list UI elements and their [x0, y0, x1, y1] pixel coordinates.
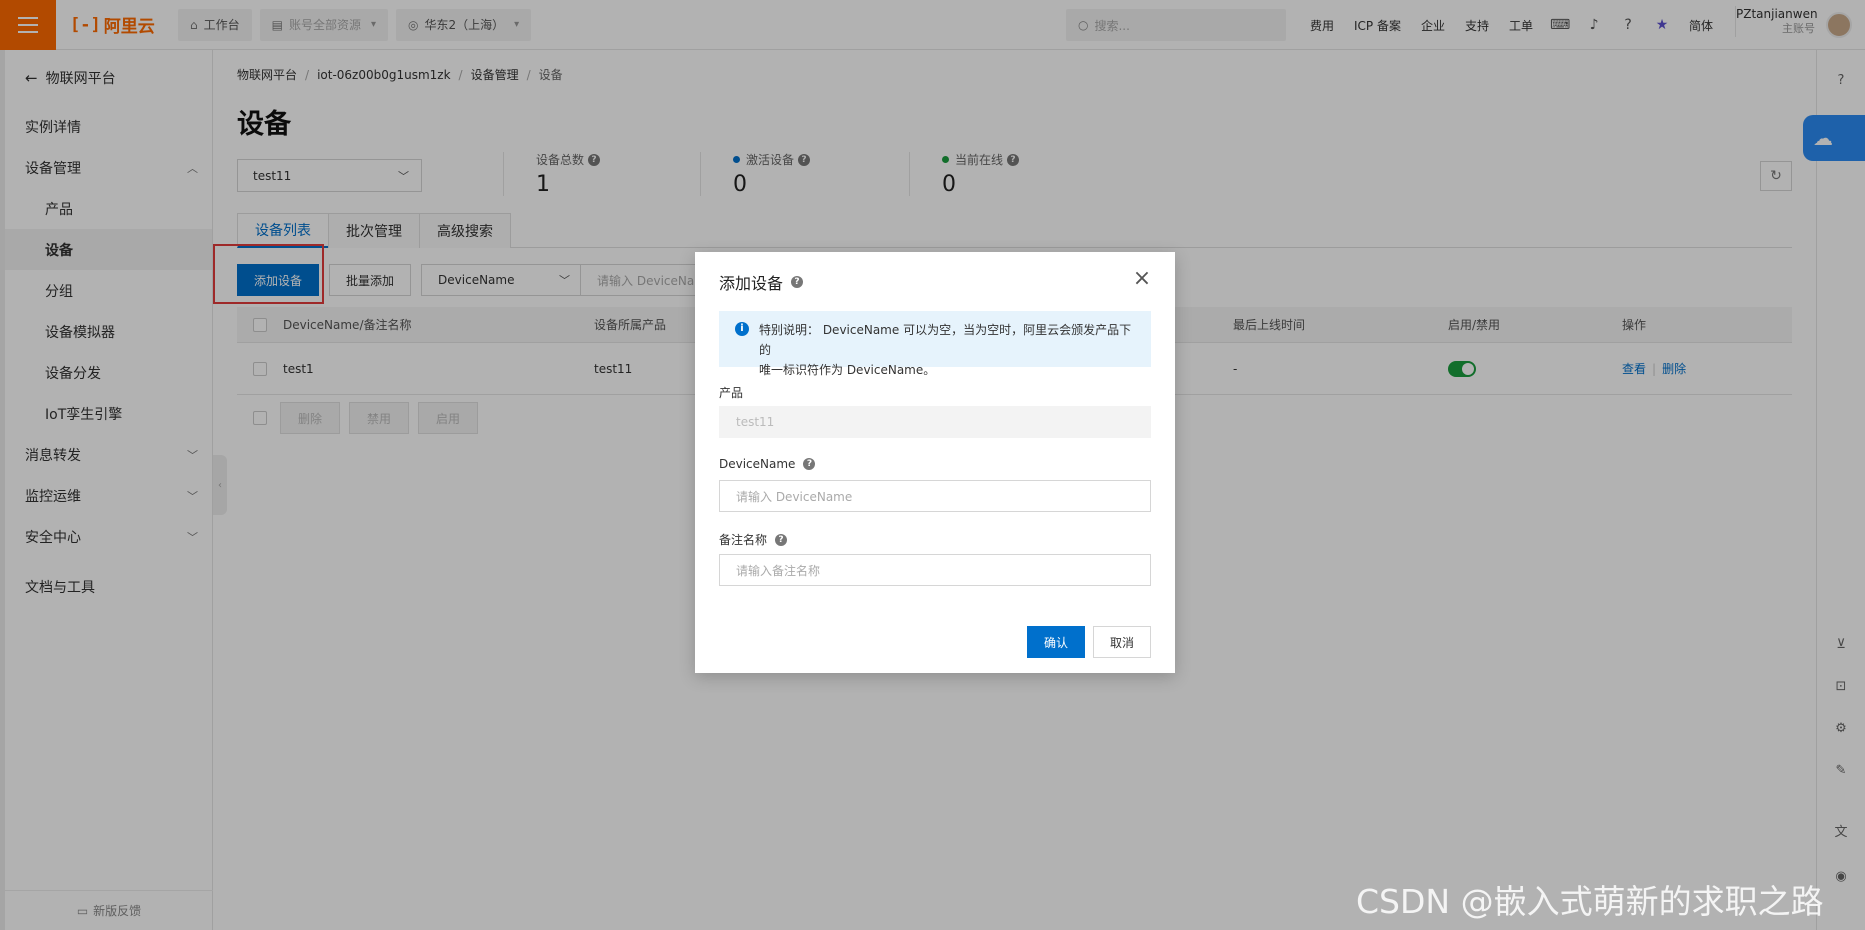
- product-field-value: test11: [736, 415, 775, 429]
- devicename-placeholder: 请输入 DeviceName: [736, 489, 853, 504]
- remark-label-text: 备注名称: [719, 533, 768, 547]
- notice-line: 唯一标识符作为 DeviceName。: [759, 363, 936, 377]
- remark-field-label: 备注名称 ?: [719, 531, 788, 548]
- confirm-button[interactable]: 确认: [1027, 626, 1085, 658]
- info-icon: i: [735, 322, 749, 336]
- add-device-dialog: 添加设备 ? × i 特别说明： DeviceName 可以为空，当为空时，阿里…: [695, 252, 1175, 673]
- notice-line: 特别说明： DeviceName 可以为空，当为空时，阿里云会颁发产品下的: [759, 323, 1132, 357]
- help-icon[interactable]: ?: [775, 533, 788, 546]
- help-icon[interactable]: ?: [803, 458, 816, 470]
- info-notice: i 特别说明： DeviceName 可以为空，当为空时，阿里云会颁发产品下的 …: [719, 311, 1151, 377]
- product-field-label: 产品: [719, 386, 744, 400]
- devicename-field-label: DeviceName ?: [719, 457, 816, 471]
- watermark: CSDN @嵌入式萌新的求职之路: [1356, 882, 1824, 921]
- remark-input[interactable]: 请输入备注名称: [719, 554, 1151, 586]
- dialog-title: 添加设备 ?: [719, 270, 804, 294]
- cancel-button[interactable]: 取消: [1093, 626, 1151, 658]
- dialog-title-text: 添加设备: [719, 274, 784, 293]
- close-icon[interactable]: ×: [1132, 268, 1152, 290]
- devicename-label-text: DeviceName: [719, 457, 796, 471]
- devicename-input[interactable]: 请输入 DeviceName: [719, 480, 1151, 512]
- help-icon[interactable]: ?: [791, 276, 804, 288]
- remark-placeholder: 请输入备注名称: [736, 563, 821, 578]
- product-field: test11: [719, 406, 1151, 438]
